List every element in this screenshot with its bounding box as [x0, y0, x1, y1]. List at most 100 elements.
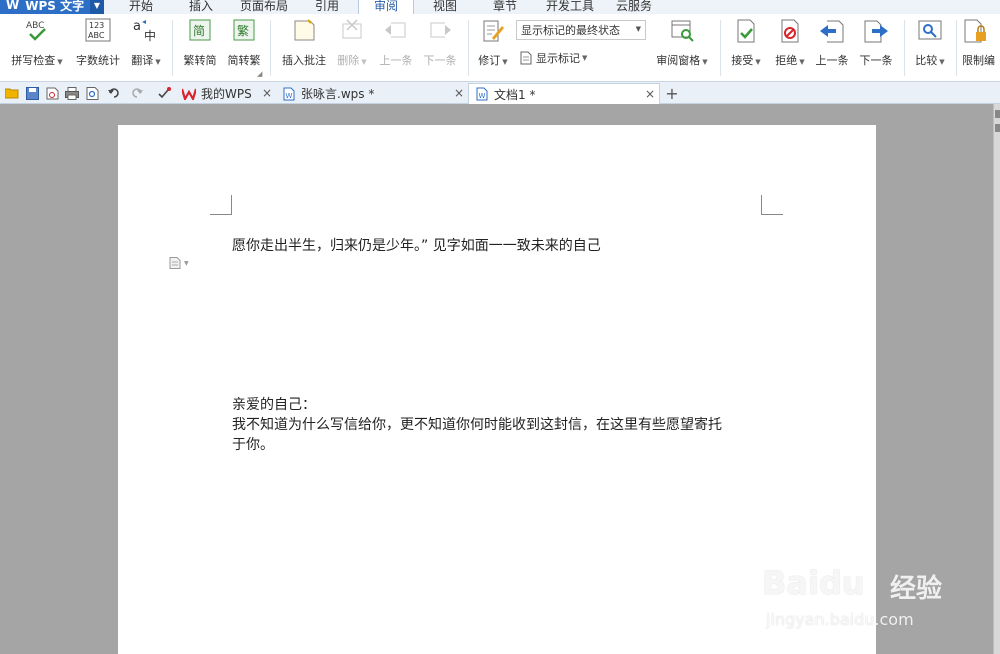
- document-icon: W: [475, 87, 489, 101]
- track-changes-icon: [480, 18, 506, 44]
- new-tab-plus-icon[interactable]: +: [664, 83, 680, 103]
- translate-button[interactable]: a中 翻译 ▼: [128, 18, 164, 68]
- simp-to-trad-button[interactable]: 繁 简转繁: [224, 18, 264, 68]
- svg-text:W: W: [479, 92, 486, 100]
- accept-label: 接受: [731, 54, 754, 67]
- spell-check-button[interactable]: ABC 拼写检查 ▼: [8, 18, 66, 68]
- trad-to-simp-icon: 简: [187, 18, 213, 44]
- print-preview-icon[interactable]: [84, 85, 100, 101]
- show-markup-button[interactable]: 显示标记 ▼: [520, 50, 587, 66]
- menu-insert[interactable]: 插入: [178, 0, 224, 14]
- prev-comment-icon: [383, 18, 409, 44]
- simp-to-trad-icon: 繁: [231, 18, 257, 44]
- review-pane-icon: [669, 18, 695, 44]
- ribbon-separator: [904, 20, 905, 76]
- accept-button[interactable]: 接受 ▼: [726, 18, 766, 68]
- word-count-button[interactable]: 123 ABC 字数统计: [72, 18, 124, 68]
- tab-my-wps[interactable]: 我的WPS ×: [176, 83, 276, 104]
- tab-zhangyongyan[interactable]: W 张咏言.wps * ×: [276, 83, 468, 104]
- prev-change-icon: [819, 18, 845, 44]
- track-changes-button[interactable]: 修订 ▼: [474, 18, 512, 68]
- insert-comment-button[interactable]: 插入批注: [278, 18, 330, 68]
- tab-label: 文档1 *: [494, 87, 536, 102]
- review-pane-button[interactable]: 审阅窗格 ▼: [652, 18, 712, 68]
- scroll-marker: [995, 124, 1000, 132]
- ribbon-separator: [720, 20, 721, 76]
- paragraph-layout-icon[interactable]: ▼: [169, 257, 189, 269]
- menu-page-layout[interactable]: 页面布局: [232, 0, 296, 14]
- undo-icon[interactable]: [106, 85, 122, 101]
- menu-developer[interactable]: 开发工具: [538, 0, 602, 14]
- compare-button[interactable]: 比较 ▼: [910, 18, 950, 68]
- menu-home[interactable]: 开始: [118, 0, 164, 14]
- reject-icon: [777, 18, 803, 44]
- next-change-button[interactable]: 下一条: [856, 18, 896, 68]
- markup-state-select[interactable]: 显示标记的最终状态 ▼: [516, 20, 646, 40]
- svg-text:中: 中: [144, 28, 156, 43]
- spell-check-icon: ABC: [24, 18, 50, 44]
- menu-review[interactable]: 审阅: [358, 0, 414, 14]
- trad-to-simp-button[interactable]: 简 繁转简: [180, 18, 220, 68]
- wps-logo-icon: W: [6, 0, 20, 12]
- delete-label: 删除: [337, 54, 360, 67]
- document-workspace: ▼ 愿你走出半生，归来仍是少年。” 见字如面一一致未来的自己 亲爱的自己： 我不…: [0, 104, 1000, 654]
- document-tab-bar: 我的WPS × W 张咏言.wps * × W 文档1 * × +: [0, 82, 1000, 104]
- print-icon[interactable]: [64, 85, 80, 101]
- close-icon[interactable]: ×: [262, 86, 272, 100]
- menu-bar: W WPS 文字 ▼ 开始 插入 页面布局 引用 审阅 视图 章节 开发工具 云…: [0, 0, 1000, 14]
- open-folder-icon[interactable]: [4, 85, 20, 101]
- reject-button[interactable]: 拒绝 ▼: [770, 18, 810, 68]
- prev-comment-label: 上一条: [379, 54, 413, 67]
- export-pdf-icon[interactable]: [44, 85, 60, 101]
- track-changes-label: 修订: [478, 54, 501, 67]
- svg-text:a: a: [133, 19, 141, 34]
- app-menu-button[interactable]: W WPS 文字 ▼: [0, 0, 104, 14]
- svg-text:W: W: [286, 92, 293, 100]
- svg-text:简: 简: [193, 24, 205, 38]
- close-icon[interactable]: ×: [454, 86, 464, 100]
- scroll-up-arrow-icon[interactable]: [995, 110, 1000, 118]
- save-icon[interactable]: [24, 85, 40, 101]
- translate-icon: a中: [133, 18, 159, 44]
- close-icon[interactable]: ×: [645, 87, 655, 101]
- redo-icon[interactable]: [128, 85, 144, 101]
- insert-comment-label: 插入批注: [282, 54, 326, 67]
- next-change-label: 下一条: [859, 54, 893, 67]
- reject-label: 拒绝: [775, 54, 798, 67]
- next-comment-button[interactable]: 下一条: [420, 18, 460, 68]
- vertical-scrollbar[interactable]: [993, 104, 1000, 654]
- chevron-down-icon[interactable]: ▼: [90, 0, 104, 14]
- document-text-line[interactable]: 亲爱的自己：: [232, 395, 316, 415]
- document-text-line[interactable]: 我不知道为什么写信给你，更不知道你何时能收到这封信，在这里有些愿望寄托: [232, 415, 722, 435]
- customize-toolbar-icon[interactable]: [156, 85, 172, 101]
- simp-to-trad-label: 简转繁: [227, 54, 261, 67]
- menu-cloud[interactable]: 云服务: [608, 0, 660, 14]
- restrict-editing-button[interactable]: 限制编: [962, 18, 1000, 68]
- next-comment-icon: [427, 18, 453, 44]
- tab-label: 我的WPS: [201, 87, 252, 101]
- tab-document1[interactable]: W 文档1 * ×: [468, 83, 660, 104]
- menu-view[interactable]: 视图: [422, 0, 468, 14]
- markup-state-value: 显示标记的最终状态: [521, 24, 620, 37]
- ribbon-separator: [956, 20, 957, 76]
- menu-chapter[interactable]: 章节: [482, 0, 528, 14]
- menu-references[interactable]: 引用: [304, 0, 350, 14]
- dialog-launcher-icon[interactable]: ◢: [257, 70, 262, 78]
- watermark-url: jingyan.baidu.com: [766, 610, 914, 629]
- document-text-line[interactable]: 愿你走出半生，归来仍是少年。” 见字如面一一致未来的自己: [232, 236, 601, 256]
- delete-comment-button[interactable]: 删除 ▼: [334, 18, 370, 68]
- chevron-down-icon: ▼: [635, 25, 641, 33]
- prev-change-button[interactable]: 上一条: [812, 18, 852, 68]
- document-text-line[interactable]: 于你。: [232, 435, 274, 455]
- trad-to-simp-label: 繁转简: [183, 54, 217, 67]
- next-comment-label: 下一条: [423, 54, 457, 67]
- svg-text:繁: 繁: [237, 23, 249, 38]
- ribbon-separator: [172, 20, 173, 76]
- paw-print-icon: [838, 536, 874, 566]
- document-icon: [520, 51, 532, 65]
- svg-text:ABC: ABC: [26, 21, 44, 31]
- prev-change-label: 上一条: [815, 54, 849, 67]
- translate-label: 翻译: [131, 54, 154, 67]
- svg-text:ABC: ABC: [88, 31, 105, 40]
- prev-comment-button[interactable]: 上一条: [376, 18, 416, 68]
